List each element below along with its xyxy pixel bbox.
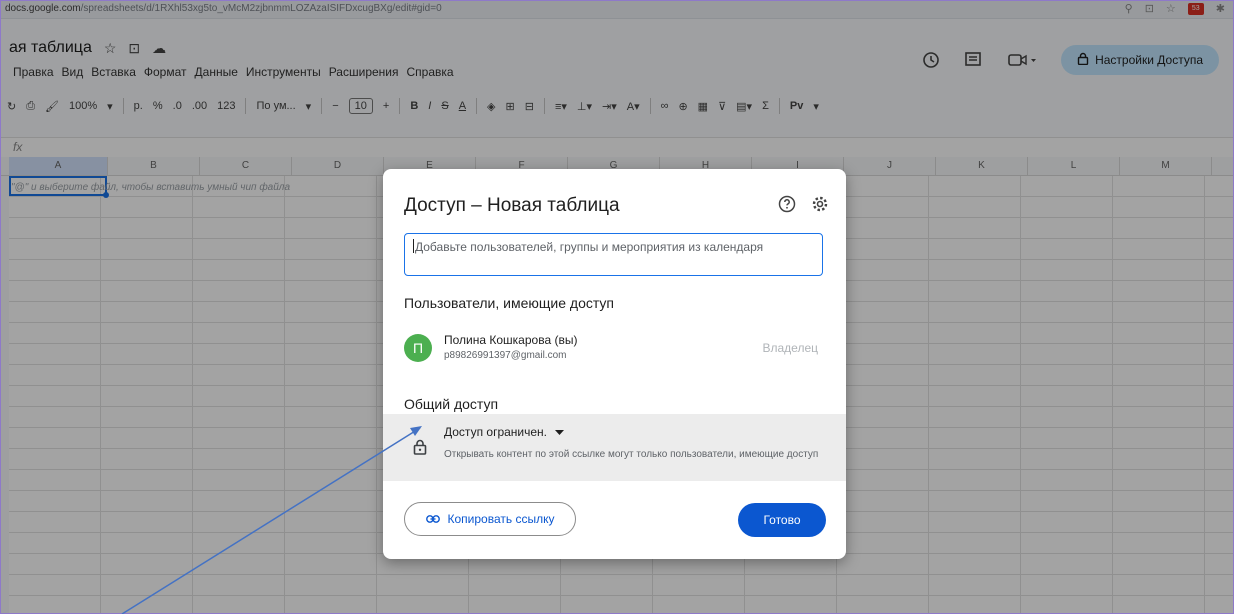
access-level-dropdown[interactable]: Доступ ограничен. [444,425,565,439]
user-email: p89826991397@gmail.com [444,350,567,361]
access-level-label: Доступ ограничен. [444,425,548,439]
browser-window: docs.google.com/spreadsheets/d/1RXhl53xg… [0,0,1234,614]
access-description: Открывать контент по этой ссылке могут т… [444,449,819,460]
done-button[interactable]: Готово [738,503,826,537]
people-with-access-title: Пользователи, имеющие доступ [404,295,615,311]
copy-link-button[interactable]: Копировать ссылку [404,502,576,536]
text-caret [413,239,414,253]
dialog-title: Доступ – Новая таблица [404,195,620,216]
gear-icon[interactable] [811,195,829,213]
share-dialog: Доступ – Новая таблица Добавьте пользова… [383,169,846,559]
copy-link-label: Копировать ссылку [447,512,555,526]
add-people-input[interactable]: Добавьте пользователей, группы и меропри… [404,233,823,276]
user-role: Владелец [762,341,818,355]
general-access-title: Общий доступ [404,396,499,412]
add-people-placeholder: Добавьте пользователей, группы и меропри… [415,240,764,254]
lock-icon [413,439,429,457]
user-name: Полина Кошкарова (вы) [444,333,578,347]
avatar: П [404,334,432,362]
help-icon[interactable] [778,195,796,213]
caret-down-icon [555,425,565,439]
link-icon [425,512,440,526]
